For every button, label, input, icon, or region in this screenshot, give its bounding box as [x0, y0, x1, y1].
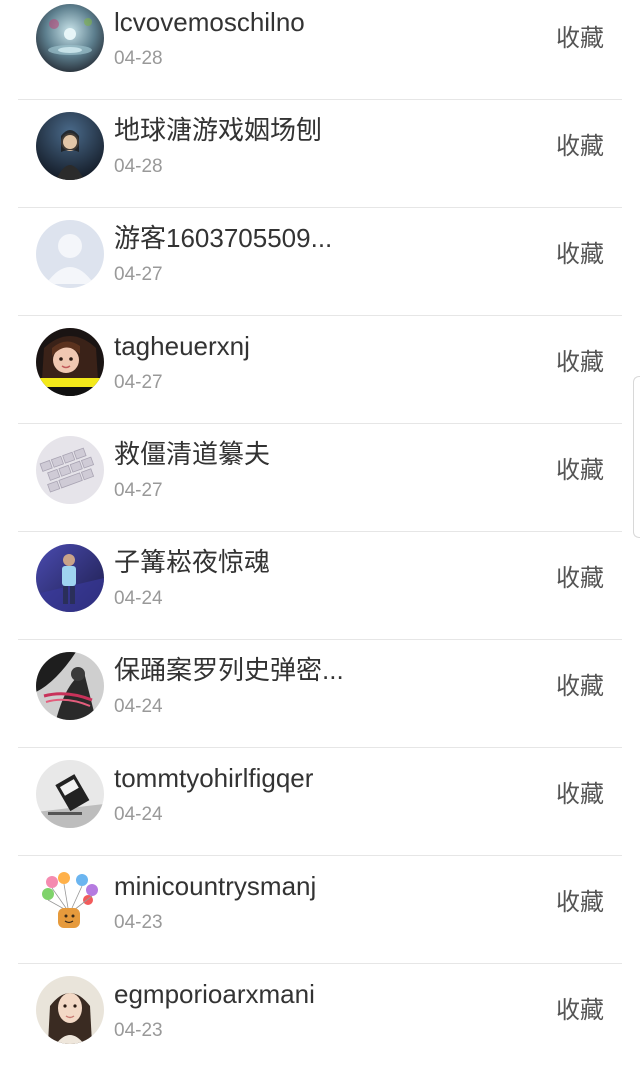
collect-button[interactable]: 收藏: [556, 344, 604, 380]
avatar[interactable]: [36, 436, 104, 504]
list-item[interactable]: minicountrysmanj 04-23 收藏: [0, 856, 640, 964]
date-label: 04-24: [114, 696, 163, 717]
user-name: lcvovemoschilno: [114, 7, 305, 37]
grayscale-photo-avatar-icon: [36, 760, 104, 828]
avatar[interactable]: [36, 112, 104, 180]
collect-button[interactable]: 收藏: [556, 560, 604, 596]
user-name: minicountrysmanj: [114, 871, 317, 901]
avatar[interactable]: [36, 652, 104, 720]
date-label: 04-23: [114, 912, 163, 933]
list-item[interactable]: tagheuerxnj 04-27 收藏: [0, 316, 640, 424]
scrollbar[interactable]: [633, 376, 640, 538]
night-portrait-avatar-icon: [36, 112, 104, 180]
girl-portrait-avatar-icon: [36, 328, 104, 396]
default-user-avatar-icon: [36, 220, 104, 288]
woman-portrait-avatar-icon: [36, 976, 104, 1044]
list-item[interactable]: 游客1603705509... 04-27 收藏: [0, 208, 640, 316]
list-item[interactable]: 子篝崧夜惊魂 04-24 收藏: [0, 532, 640, 640]
avatar[interactable]: [36, 544, 104, 612]
date-label: 04-28: [114, 156, 163, 177]
collect-button[interactable]: 收藏: [556, 236, 604, 272]
avatar[interactable]: [36, 220, 104, 288]
collect-button[interactable]: 收藏: [556, 776, 604, 812]
avatar[interactable]: [36, 4, 104, 72]
user-name: 子篝崧夜惊魂: [114, 547, 271, 577]
avatar[interactable]: [36, 976, 104, 1044]
date-label: 04-27: [114, 372, 163, 393]
list-item[interactable]: 保踊案罗列史弹密... 04-24 收藏: [0, 640, 640, 748]
favorites-list: lcvovemoschilno 04-28 收藏 地球溏游戏姻场刨 04-28 …: [0, 0, 640, 1074]
date-label: 04-28: [114, 48, 163, 69]
keyboard-avatar-icon: [36, 436, 104, 504]
date-label: 04-27: [114, 264, 163, 285]
date-label: 04-23: [114, 1020, 163, 1041]
collect-button[interactable]: 收藏: [556, 668, 604, 704]
user-name: 保踊案罗列史弹密...: [114, 655, 344, 685]
collect-button[interactable]: 收藏: [556, 884, 604, 920]
avatar[interactable]: [36, 328, 104, 396]
list-item[interactable]: tommtyohirlfigqer 04-24 收藏: [0, 748, 640, 856]
list-item[interactable]: egmporioarxmani 04-23 收藏: [0, 964, 640, 1072]
avatar[interactable]: [36, 868, 104, 936]
list-item[interactable]: 地球溏游戏姻场刨 04-28 收藏: [0, 100, 640, 208]
list-item[interactable]: 救僵清道纂夫 04-27 收藏: [0, 424, 640, 532]
avatar[interactable]: [36, 760, 104, 828]
list-item[interactable]: lcvovemoschilno 04-28 收藏: [0, 0, 640, 100]
balloons-avatar-icon: [36, 868, 104, 936]
collect-button[interactable]: 收藏: [556, 992, 604, 1028]
user-name: 救僵清道纂夫: [114, 439, 271, 469]
collect-button[interactable]: 收藏: [556, 128, 604, 164]
water-drop-avatar-icon: [36, 4, 104, 72]
dark-figure-avatar-icon: [36, 652, 104, 720]
collect-button[interactable]: 收藏: [556, 20, 604, 56]
date-label: 04-24: [114, 588, 163, 609]
collect-button[interactable]: 收藏: [556, 452, 604, 488]
user-name: tagheuerxnj: [114, 331, 250, 361]
user-name: egmporioarxmani: [114, 979, 315, 1009]
user-name: 地球溏游戏姻场刨: [114, 115, 323, 145]
date-label: 04-24: [114, 804, 163, 825]
user-name: 游客1603705509...: [114, 223, 333, 253]
person-standing-avatar-icon: [36, 544, 104, 612]
user-name: tommtyohirlfigqer: [114, 763, 314, 793]
date-label: 04-27: [114, 480, 163, 501]
